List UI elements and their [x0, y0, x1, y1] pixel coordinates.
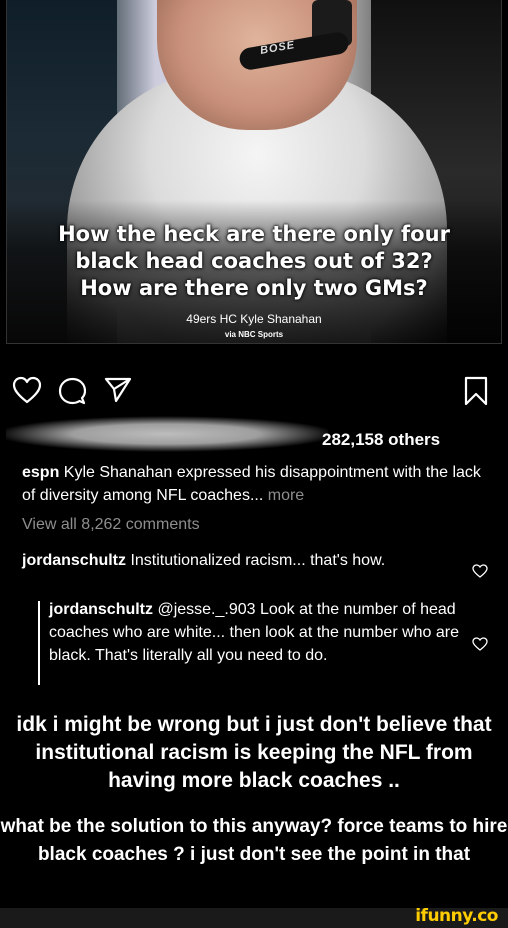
caption-username[interactable]: espn: [22, 464, 59, 481]
heart-icon[interactable]: [12, 376, 42, 404]
caption-more-link[interactable]: more: [263, 487, 304, 504]
ifunny-watermark: ifunny.co: [415, 906, 498, 926]
meme-text-paragraph-2: what be the solution to this anyway? for…: [0, 816, 508, 865]
view-all-comments-link[interactable]: View all 8,262 comments: [22, 516, 200, 534]
reply-username[interactable]: jordanschultz: [49, 601, 153, 618]
comment: jordanschultz Institutionalized racism..…: [22, 549, 437, 572]
comment-username[interactable]: jordanschultz: [22, 552, 126, 569]
headline-line: How are there only two GMs?: [80, 276, 428, 300]
post-image[interactable]: BOSE How the heck are there only four bl…: [6, 0, 502, 344]
comment-reply: jordanschultz @jesse._.903 Look at the n…: [49, 598, 459, 667]
redacted-likes-area: [6, 414, 328, 462]
caption-text: Kyle Shanahan expressed his disappointme…: [22, 464, 481, 504]
comment-like-heart-icon[interactable]: [472, 564, 488, 578]
image-credit: 49ers HC Kyle Shanahan: [186, 312, 322, 326]
image-headline: How the heck are there only four black h…: [7, 221, 501, 302]
meme-text-paragraph-1: idk i might be wrong but i just don't be…: [16, 713, 492, 792]
reply-like-heart-icon[interactable]: [472, 637, 488, 651]
headline-line: black head coaches out of 32?: [75, 249, 433, 273]
reply-thread-bar: [38, 601, 40, 685]
image-credit-source: via NBC Sports: [224, 330, 284, 339]
comment-text: Institutionalized racism... that's how.: [126, 552, 386, 569]
save-icon[interactable]: [464, 376, 488, 406]
post-caption: espn Kyle Shanahan expressed his disappo…: [22, 461, 492, 507]
comment-icon[interactable]: [58, 377, 86, 405]
share-icon[interactable]: [104, 377, 132, 403]
likes-count[interactable]: 282,158 others: [322, 430, 440, 450]
headline-line: How the heck are there only four: [58, 222, 450, 246]
